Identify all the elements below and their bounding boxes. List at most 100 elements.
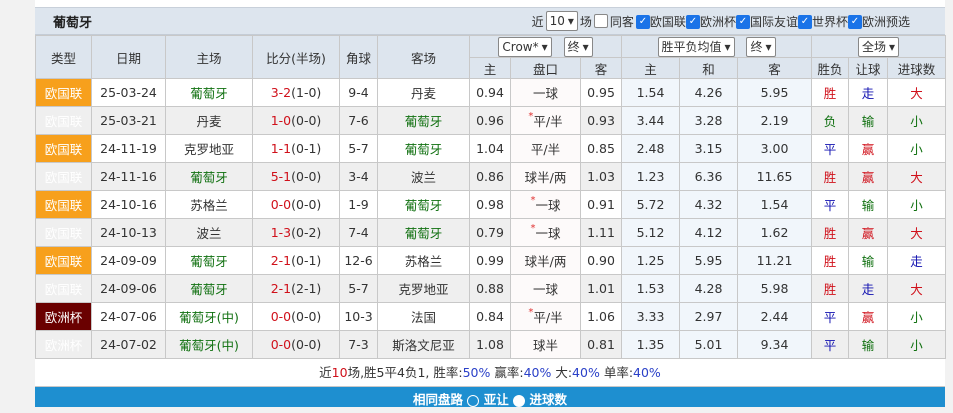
top-strip bbox=[35, 0, 945, 8]
matches-table: 类型 日期 主场 比分(半场) 角球 客场 Crow* ▾ 终 ▾ 胜平负均值 ▾ 终… bbox=[35, 35, 947, 359]
eu-home-odds: 1.35 bbox=[621, 330, 681, 359]
ah-line: *一球 bbox=[510, 190, 581, 219]
home-team[interactable]: 丹麦 bbox=[165, 106, 253, 135]
away-team[interactable]: 波兰 bbox=[377, 162, 470, 191]
eu-type-select[interactable]: 胜平负均值 ▾ bbox=[657, 36, 735, 57]
same-host-checkbox[interactable] bbox=[593, 14, 608, 28]
score[interactable]: 2-1(2-1) bbox=[252, 274, 340, 303]
table-row[interactable]: 欧洲杯 24-07-02 葡萄牙(中) 0-0(0-0) 7-3 斯洛文尼亚 1… bbox=[35, 330, 947, 359]
handicap-result: 输 bbox=[848, 106, 889, 135]
match-result: 平 bbox=[811, 190, 850, 219]
score[interactable]: 3-2(1-0) bbox=[252, 78, 340, 107]
summary-text: 赢率: bbox=[490, 365, 524, 380]
handicap-result: 赢 bbox=[848, 218, 889, 247]
match-type[interactable]: 欧洲杯 bbox=[35, 302, 92, 331]
title-bar: 葡萄牙 近 10 ▾ 场 同客 ✓ 欧国联 ✓ 欧洲杯 ✓ 国际友谊 ✓ 世界杯 ✓ 欧洲预选 bbox=[35, 8, 945, 35]
ah-away-odds: 0.85 bbox=[579, 134, 623, 163]
match-count-value: 10 bbox=[549, 14, 565, 28]
home-team[interactable]: 葡萄牙 bbox=[165, 274, 253, 303]
score[interactable]: 0-0(0-0) bbox=[252, 190, 340, 219]
table-row[interactable]: 欧洲杯 24-07-06 葡萄牙(中) 0-0(0-0) 10-3 法国 0.8… bbox=[35, 302, 947, 331]
match-result: 平 bbox=[811, 134, 850, 163]
home-team[interactable]: 葡萄牙 bbox=[165, 162, 253, 191]
away-team[interactable]: 丹麦 bbox=[377, 78, 470, 107]
score[interactable]: 1-0(0-0) bbox=[252, 106, 340, 135]
period-select[interactable]: 全场 ▾ bbox=[857, 36, 900, 57]
competition-checkbox[interactable]: ✓ bbox=[635, 15, 650, 29]
away-team[interactable]: 葡萄牙 bbox=[377, 218, 470, 247]
match-count-select[interactable]: 10 ▾ bbox=[545, 11, 578, 31]
radio-goals[interactable] bbox=[513, 394, 526, 407]
full-time-score: 2-1 bbox=[270, 253, 292, 268]
home-team[interactable]: 克罗地亚 bbox=[165, 134, 253, 163]
away-team[interactable]: 苏格兰 bbox=[377, 246, 470, 275]
score[interactable]: 0-0(0-0) bbox=[252, 302, 340, 331]
table-row[interactable]: 欧国联 24-09-06 葡萄牙 2-1(2-1) 5-7 克罗地亚 0.88 … bbox=[35, 274, 947, 303]
ah-line: 球半/两 bbox=[510, 246, 581, 275]
ah-company-select[interactable]: Crow* ▾ bbox=[498, 36, 552, 57]
home-team[interactable]: 波兰 bbox=[165, 218, 253, 247]
ah-line-value: 一球 bbox=[535, 226, 561, 241]
ah-line-value: 球半/两 bbox=[524, 170, 567, 185]
goals-result: 小 bbox=[887, 330, 947, 359]
ah-home-odds: 0.79 bbox=[469, 218, 511, 247]
score[interactable]: 1-1(0-1) bbox=[252, 134, 340, 163]
match-type[interactable]: 欧国联 bbox=[35, 134, 92, 163]
half-time-score: (0-0) bbox=[291, 309, 322, 324]
match-type[interactable]: 欧国联 bbox=[35, 106, 92, 135]
eu-draw-odds: 4.32 bbox=[679, 190, 739, 219]
ah-line: *平/半 bbox=[510, 106, 581, 135]
match-type[interactable]: 欧国联 bbox=[35, 246, 92, 275]
home-team[interactable]: 苏格兰 bbox=[165, 190, 253, 219]
eu-away-odds: 1.54 bbox=[737, 190, 813, 219]
score[interactable]: 0-0(0-0) bbox=[252, 330, 340, 359]
summary-text: 大: bbox=[551, 365, 573, 380]
score[interactable]: 2-1(0-1) bbox=[252, 246, 340, 275]
match-type[interactable]: 欧国联 bbox=[35, 274, 92, 303]
handicap-result: 输 bbox=[848, 330, 889, 359]
score[interactable]: 1-3(0-2) bbox=[252, 218, 340, 247]
same-line-title: 相同盘路 bbox=[413, 392, 464, 407]
home-team[interactable]: 葡萄牙 bbox=[165, 78, 253, 107]
away-team[interactable]: 斯洛文尼亚 bbox=[377, 330, 470, 359]
eu-home-odds: 1.23 bbox=[621, 162, 681, 191]
ah-stage-select[interactable]: 终 ▾ bbox=[563, 36, 593, 57]
table-row[interactable]: 欧国联 25-03-21 丹麦 1-0(0-0) 7-6 葡萄牙 0.96 *平… bbox=[35, 106, 947, 135]
match-result: 胜 bbox=[811, 274, 850, 303]
match-type[interactable]: 欧国联 bbox=[35, 190, 92, 219]
match-type[interactable]: 欧洲杯 bbox=[35, 330, 92, 359]
competition-checkbox[interactable]: ✓ bbox=[735, 15, 750, 29]
eu-stage-value: 终 bbox=[750, 39, 763, 54]
away-team[interactable]: 葡萄牙 bbox=[377, 106, 470, 135]
eu-draw-odds: 6.36 bbox=[679, 162, 739, 191]
table-row[interactable]: 欧国联 24-11-16 葡萄牙 5-1(0-0) 3-4 波兰 0.86 球半… bbox=[35, 162, 947, 191]
competition-checkbox[interactable]: ✓ bbox=[685, 15, 700, 29]
away-team[interactable]: 克罗地亚 bbox=[377, 274, 470, 303]
full-time-score: 3-2 bbox=[270, 85, 292, 100]
away-team[interactable]: 葡萄牙 bbox=[377, 134, 470, 163]
radio-asian-handicap[interactable] bbox=[467, 394, 480, 407]
eu-home-odds: 2.48 bbox=[621, 134, 681, 163]
table-row[interactable]: 欧国联 24-09-09 葡萄牙 2-1(0-1) 12-6 苏格兰 0.99 … bbox=[35, 246, 947, 275]
score[interactable]: 5-1(0-0) bbox=[252, 162, 340, 191]
home-team[interactable]: 葡萄牙 bbox=[165, 246, 253, 275]
competition-checkbox[interactable]: ✓ bbox=[847, 15, 862, 29]
chevron-down-icon: ▾ bbox=[582, 39, 589, 54]
col-type: 类型 bbox=[35, 35, 92, 79]
match-type[interactable]: 欧国联 bbox=[35, 162, 92, 191]
home-team[interactable]: 葡萄牙(中) bbox=[165, 330, 253, 359]
col-away: 客场 bbox=[377, 35, 470, 79]
away-team[interactable]: 葡萄牙 bbox=[377, 190, 470, 219]
match-type[interactable]: 欧国联 bbox=[35, 218, 92, 247]
competition-checkbox[interactable]: ✓ bbox=[797, 15, 812, 29]
home-team[interactable]: 葡萄牙(中) bbox=[165, 302, 253, 331]
table-row[interactable]: 欧国联 25-03-24 葡萄牙 3-2(1-0) 9-4 丹麦 0.94 一球… bbox=[35, 78, 947, 107]
away-team[interactable]: 法国 bbox=[377, 302, 470, 331]
table-row[interactable]: 欧国联 24-10-13 波兰 1-3(0-2) 7-4 葡萄牙 0.79 *一… bbox=[35, 218, 947, 247]
eu-stage-select[interactable]: 终 ▾ bbox=[746, 36, 776, 57]
match-type[interactable]: 欧国联 bbox=[35, 78, 92, 107]
table-row[interactable]: 欧国联 24-11-19 克罗地亚 1-1(0-1) 5-7 葡萄牙 1.04 … bbox=[35, 134, 947, 163]
table-row[interactable]: 欧国联 24-10-16 苏格兰 0-0(0-0) 1-9 葡萄牙 0.98 *… bbox=[35, 190, 947, 219]
ah-line: 一球 bbox=[510, 78, 581, 107]
ah-stage-value: 终 bbox=[567, 39, 580, 54]
